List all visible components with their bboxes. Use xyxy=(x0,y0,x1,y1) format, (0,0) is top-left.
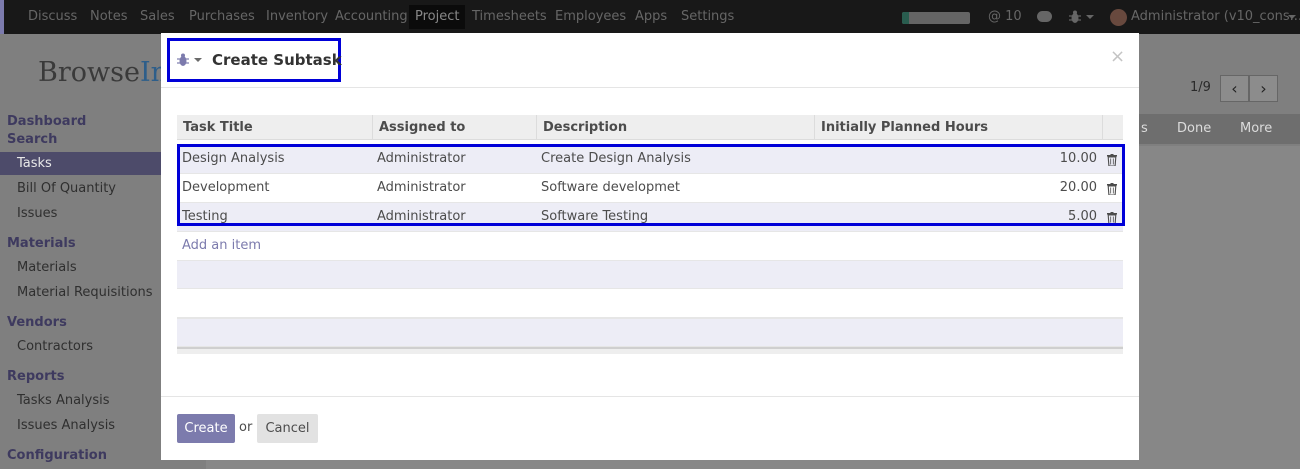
sidebar-item-tasks-label[interactable]: Tasks xyxy=(17,156,52,171)
cell-assigned-to[interactable]: Administrator xyxy=(377,145,535,174)
stage-more[interactable]: More xyxy=(1240,121,1272,136)
sidebar-item-materials[interactable]: Materials xyxy=(17,260,77,275)
sidebar-heading-reports: Reports xyxy=(7,369,65,384)
create-button[interactable]: Create xyxy=(177,414,235,443)
sidebar-heading-configuration: Configuration xyxy=(7,448,107,463)
table-row[interactable]: Design Analysis Administrator Create Desig… xyxy=(177,145,1123,174)
empty-row xyxy=(177,260,1123,289)
column-assigned-to[interactable]: Assigned to xyxy=(373,115,537,140)
cell-task-title[interactable]: Development xyxy=(182,174,370,203)
pager-next-button[interactable]: › xyxy=(1249,75,1278,102)
table-row[interactable]: Testing Administrator Software Testing 5.00 xyxy=(177,203,1123,232)
modal-header: Create Subtask × xyxy=(161,33,1139,88)
or-separator: or xyxy=(239,420,253,435)
empty-row xyxy=(177,289,1123,318)
sidebar-heading-dashboard[interactable]: Dashboard xyxy=(7,114,86,129)
cell-planned-hours[interactable]: 5.00 xyxy=(819,203,1097,232)
table-row[interactable]: Development Administrator Software develop… xyxy=(177,174,1123,203)
cancel-button[interactable]: Cancel xyxy=(257,414,318,443)
cell-assigned-to[interactable]: Administrator xyxy=(377,203,535,232)
cell-task-title[interactable]: Testing xyxy=(182,203,370,232)
chevron-right-icon: › xyxy=(1260,79,1267,98)
empty-row xyxy=(177,318,1123,347)
sidebar-item-issues[interactable]: Issues xyxy=(17,206,57,221)
modal-title: Create Subtask xyxy=(212,51,342,69)
pager-previous-button[interactable]: ‹ xyxy=(1220,75,1249,102)
sidebar-item-bill-of-quantity[interactable]: Bill Of Quantity xyxy=(17,181,116,196)
cell-assigned-to[interactable]: Administrator xyxy=(377,174,535,203)
sidebar-heading-search[interactable]: Search xyxy=(7,132,57,147)
trash-icon[interactable] xyxy=(1107,154,1117,166)
chevron-left-icon: ‹ xyxy=(1231,79,1238,98)
stage-partial[interactable]: s xyxy=(1141,121,1148,136)
cell-planned-hours[interactable]: 20.00 xyxy=(819,174,1097,203)
table-header: Task Title Assigned to Description Initi… xyxy=(177,115,1123,140)
bug-icon[interactable] xyxy=(177,53,189,67)
pager-value: 1/9 xyxy=(1190,80,1211,95)
cell-planned-hours[interactable]: 10.00 xyxy=(819,145,1097,174)
sidebar-heading-materials: Materials xyxy=(7,236,76,251)
top-navbar: Discuss Notes Sales Purchases Inventory Accou… xyxy=(0,0,1300,34)
trash-icon[interactable] xyxy=(1107,212,1117,224)
add-item-link[interactable]: Add an item xyxy=(182,238,261,253)
modal-backdrop-top xyxy=(4,0,1300,34)
stage-bar xyxy=(1139,114,1300,144)
sidebar-item-issues-analysis[interactable]: Issues Analysis xyxy=(17,418,115,433)
cell-task-title[interactable]: Design Analysis xyxy=(182,145,370,174)
cell-description[interactable]: Software Testing xyxy=(541,203,811,232)
create-subtask-dialog: Create Subtask × Task Title Assigned to … xyxy=(161,33,1139,460)
sidebar-item-contractors[interactable]: Contractors xyxy=(17,339,93,354)
cell-description[interactable]: Create Design Analysis xyxy=(541,145,811,174)
cell-description[interactable]: Software developmet xyxy=(541,174,811,203)
sidebar-item-tasks-analysis[interactable]: Tasks Analysis xyxy=(17,393,110,408)
column-task-title[interactable]: Task Title xyxy=(177,115,373,140)
column-description[interactable]: Description xyxy=(537,115,815,140)
sidebar-item-material-requisitions[interactable]: Material Requisitions xyxy=(17,285,153,300)
column-planned-hours[interactable]: Initially Planned Hours xyxy=(815,115,1103,140)
close-icon[interactable]: × xyxy=(1110,46,1125,67)
caret-down-icon[interactable] xyxy=(194,58,202,62)
trash-icon[interactable] xyxy=(1107,183,1117,195)
stage-done[interactable]: Done xyxy=(1177,121,1211,136)
table-footer xyxy=(177,347,1123,354)
sidebar-heading-vendors: Vendors xyxy=(7,315,67,330)
modal-footer: Create or Cancel xyxy=(161,396,1139,460)
company-logo: BrowseInf xyxy=(38,57,179,88)
